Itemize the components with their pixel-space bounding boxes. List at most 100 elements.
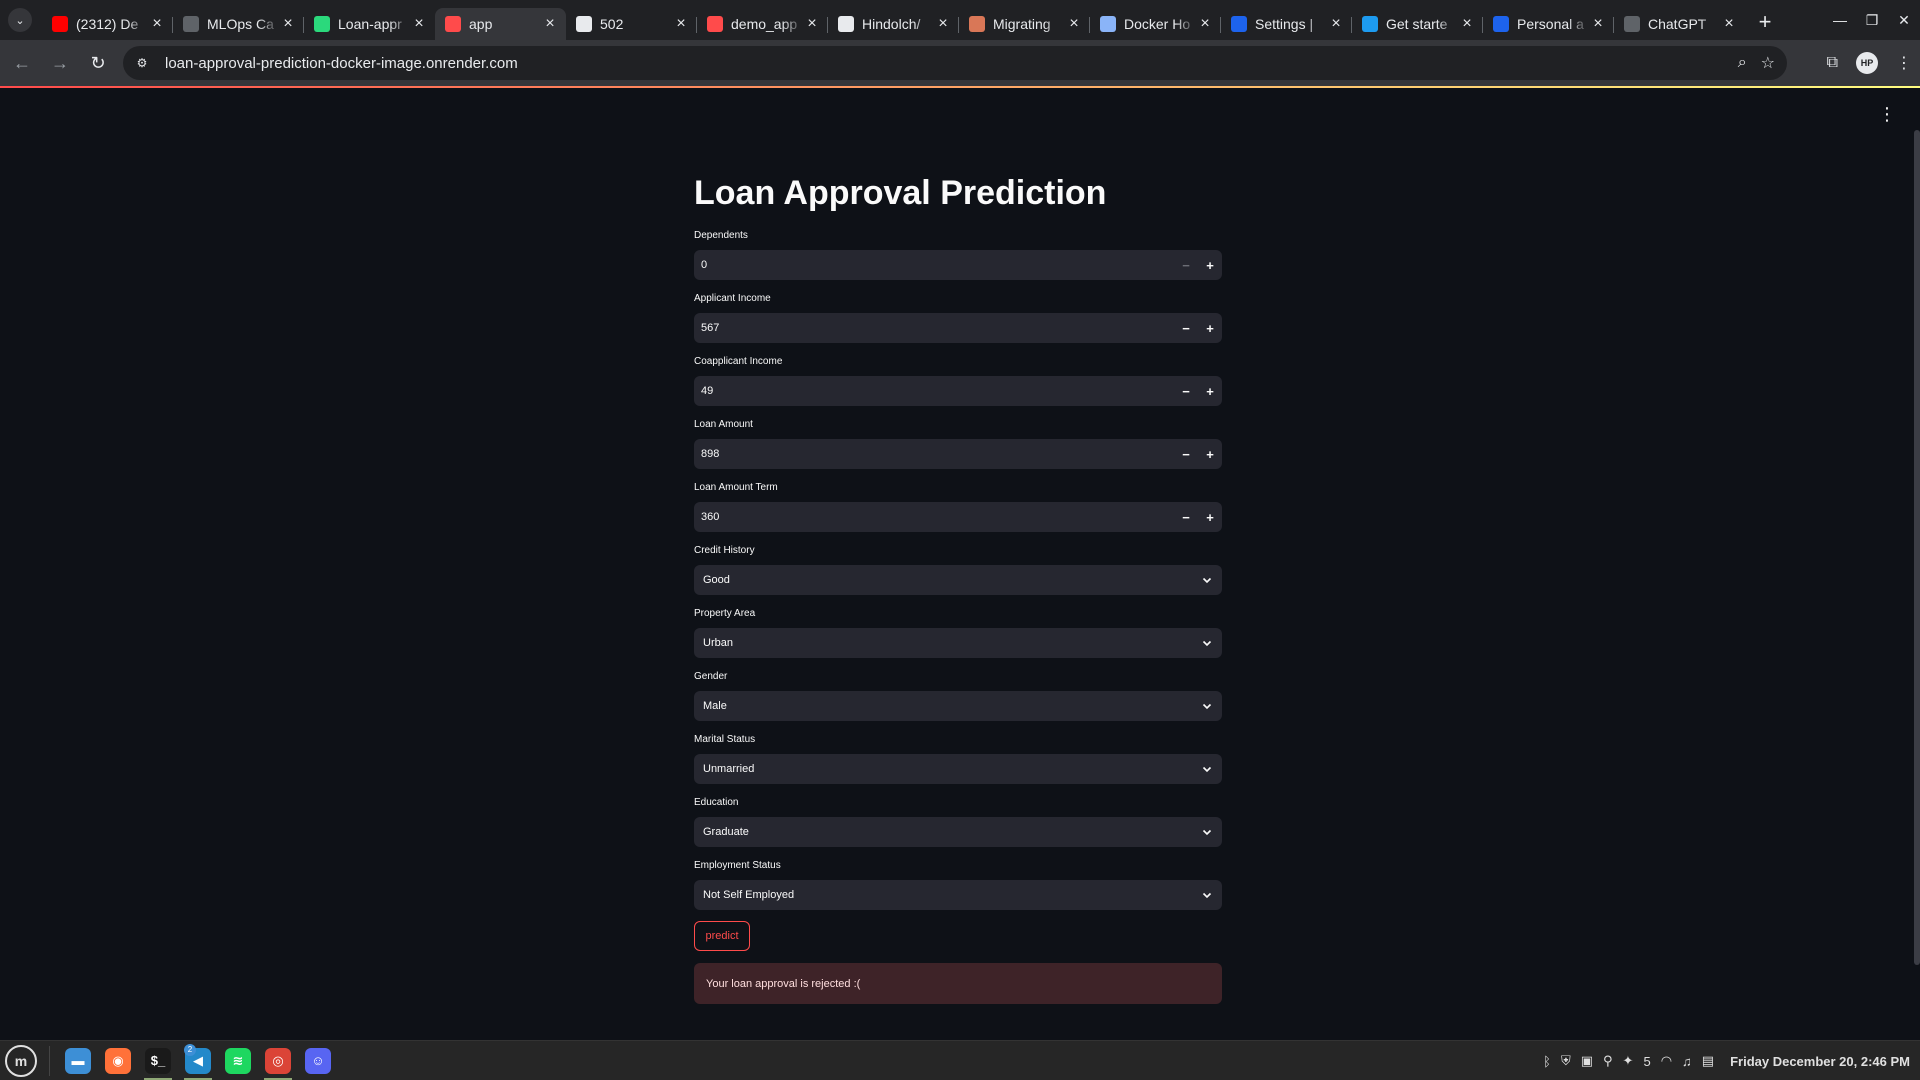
kebab-menu-icon[interactable]: ⋮	[1896, 53, 1912, 73]
render-icon	[576, 16, 592, 32]
start-menu-button[interactable]: m	[5, 1044, 37, 1077]
number-input-value[interactable]: 567	[694, 322, 1174, 334]
browser-tab[interactable]: Loan-appr ×	[303, 8, 435, 40]
nvidia-icon[interactable]: ▣	[1581, 1053, 1593, 1069]
taskbar-app-spotify[interactable]: ≋	[220, 1041, 256, 1080]
close-icon[interactable]: ×	[149, 15, 165, 33]
clock[interactable]: Friday December 20, 2:46 PM	[1730, 1054, 1910, 1069]
browser-tab[interactable]: Migrating ×	[958, 8, 1090, 40]
browser-tab[interactable]: Hindolch/ ×	[827, 8, 959, 40]
close-window-button[interactable]: ✕	[1888, 0, 1920, 40]
site-info-button[interactable]: ⚙	[129, 50, 155, 76]
chevron-down-icon	[1202, 892, 1212, 899]
select-box[interactable]: Not Self Employed	[694, 880, 1222, 910]
app-main-menu-icon[interactable]: ⋮	[1878, 104, 1896, 125]
zoom-icon[interactable]: ⌕	[1738, 54, 1747, 72]
increment-button[interactable]: +	[1198, 502, 1222, 532]
browser-tab[interactable]: Get starte ×	[1351, 8, 1483, 40]
close-icon[interactable]: ×	[1328, 15, 1344, 33]
location-icon[interactable]: ⚲	[1603, 1053, 1613, 1069]
bluetooth-icon[interactable]: ᛒ	[1543, 1054, 1551, 1069]
new-tab-button[interactable]: +	[1751, 8, 1779, 36]
number-input[interactable]: 898− +	[694, 439, 1222, 469]
tab-title: app	[469, 16, 493, 32]
tab-title: Get starte	[1386, 16, 1448, 32]
increment-button[interactable]: +	[1198, 250, 1222, 280]
select-box[interactable]: Male	[694, 691, 1222, 721]
close-icon[interactable]: ×	[1721, 15, 1737, 33]
taskbar-app-firefox[interactable]: ◉	[100, 1041, 136, 1080]
decrement-button[interactable]: −	[1174, 502, 1198, 532]
number-input-value[interactable]: 0	[694, 259, 1174, 271]
increment-button[interactable]: +	[1198, 376, 1222, 406]
predict-button[interactable]: predict	[694, 921, 750, 951]
number-input-value[interactable]: 360	[694, 511, 1174, 523]
decrement-button[interactable]: −	[1174, 376, 1198, 406]
browser-tab[interactable]: (2312) De ×	[42, 8, 173, 40]
app-main-container: Loan Approval Prediction Dependents 0− + Ap…	[694, 170, 1222, 1004]
taskbar-app-discord[interactable]: ☺	[300, 1041, 336, 1080]
profile-avatar[interactable]: HP	[1856, 52, 1878, 74]
bookmark-star-icon[interactable]: ☆	[1761, 53, 1775, 73]
close-icon[interactable]: ×	[804, 15, 820, 33]
minimize-button[interactable]: —	[1824, 0, 1856, 40]
browser-tab[interactable]: app ×	[435, 8, 566, 40]
url-text[interactable]: loan-approval-prediction-docker-image.on…	[165, 55, 518, 72]
close-icon[interactable]: ×	[411, 15, 427, 33]
music-note-icon[interactable]: ♫	[1682, 1054, 1692, 1069]
select-box[interactable]: Graduate	[694, 817, 1222, 847]
close-icon[interactable]: ×	[1590, 15, 1606, 33]
taskbar-app-vscode[interactable]: ◀ 2	[180, 1041, 216, 1080]
select-box[interactable]: Unmarried	[694, 754, 1222, 784]
browser-tab[interactable]: Personal a ×	[1482, 8, 1614, 40]
terminal-icon: $_	[145, 1047, 171, 1074]
number-input[interactable]: 360− +	[694, 502, 1222, 532]
shield-icon[interactable]: ⛨	[1561, 1053, 1571, 1069]
close-icon[interactable]: ×	[673, 15, 689, 33]
restore-button[interactable]: ❐	[1856, 0, 1888, 40]
number-input[interactable]: 49− +	[694, 376, 1222, 406]
page-scrollbar[interactable]	[1914, 130, 1920, 965]
number-input[interactable]: 0− +	[694, 250, 1222, 280]
close-icon[interactable]: ×	[542, 15, 558, 33]
decrement-button[interactable]: −	[1174, 439, 1198, 469]
number-field: Applicant Income 567− +	[694, 291, 1222, 354]
browser-tab[interactable]: Docker Ho ×	[1089, 8, 1221, 40]
decrement-button[interactable]: −	[1174, 250, 1198, 280]
arrow-right-icon: →	[51, 52, 69, 73]
notifications-icon[interactable]: ✦	[1623, 1053, 1634, 1069]
number-input-value[interactable]: 49	[694, 385, 1174, 397]
taskbar-app-terminal[interactable]: $_	[140, 1041, 176, 1080]
close-icon[interactable]: ×	[1459, 15, 1475, 33]
close-icon[interactable]: ×	[1066, 15, 1082, 33]
browser-tab[interactable]: demo_app ×	[696, 8, 828, 40]
forward-button[interactable]: →	[44, 47, 76, 79]
extensions-icon[interactable]: ⧉	[1827, 54, 1838, 72]
number-input-value[interactable]: 898	[694, 448, 1174, 460]
select-box[interactable]: Good	[694, 565, 1222, 595]
decrement-button[interactable]: −	[1174, 313, 1198, 343]
back-button[interactable]: ←	[6, 47, 38, 79]
selected-value: Unmarried	[703, 763, 755, 775]
taskbar-app-chrome[interactable]: ◎	[260, 1041, 296, 1080]
tab-search-button[interactable]: ⌄	[8, 8, 32, 32]
globe-icon	[1100, 16, 1116, 32]
select-field: Employment Status Not Self Employed	[694, 858, 1222, 921]
increment-button[interactable]: +	[1198, 313, 1222, 343]
browser-tab[interactable]: 502 ×	[566, 8, 697, 40]
increment-button[interactable]: +	[1198, 439, 1222, 469]
close-icon[interactable]: ×	[935, 15, 951, 33]
browser-tab[interactable]: ChatGPT ×	[1613, 8, 1745, 40]
browser-tab[interactable]: MLOps Ca ×	[172, 8, 304, 40]
field-label: Loan Amount	[694, 419, 753, 430]
browser-tab[interactable]: Settings | ×	[1220, 8, 1352, 40]
reload-button[interactable]: ↻	[82, 47, 114, 79]
wifi-icon[interactable]: ◠	[1661, 1053, 1672, 1069]
address-bar[interactable]: ⚙ loan-approval-prediction-docker-image.…	[123, 46, 1787, 80]
close-icon[interactable]: ×	[280, 15, 296, 33]
close-icon[interactable]: ×	[1197, 15, 1213, 33]
clipboard-icon[interactable]: ▤	[1702, 1053, 1714, 1069]
number-input[interactable]: 567− +	[694, 313, 1222, 343]
select-box[interactable]: Urban	[694, 628, 1222, 658]
taskbar-app-files[interactable]: ▬	[60, 1041, 96, 1080]
